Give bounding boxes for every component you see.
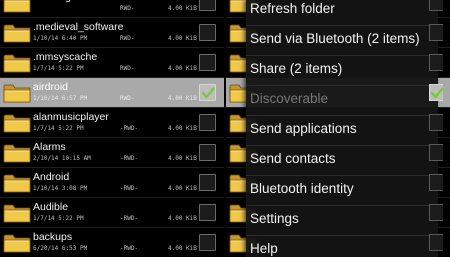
select-checkbox[interactable] — [199, 0, 216, 11]
select-checkbox[interactable] — [199, 234, 216, 251]
file-row[interactable]: .medieval_software 1/10/14 6:40 PM RWD- 4.0… — [0, 18, 224, 48]
file-row[interactable]: backups 6/20/14 6:53 PM -RWD- 4.00 KiB — [0, 228, 224, 257]
select-checkbox[interactable] — [429, 0, 443, 11]
file-name: airdroid — [33, 81, 69, 93]
select-checkbox[interactable] — [429, 174, 443, 191]
select-checkbox[interactable] — [429, 114, 443, 131]
file-name: .medieval_software — [33, 21, 124, 33]
left-file-pane: .estrongs RWD- 4.00 KiB .medieval_software 1… — [0, 0, 224, 257]
file-permissions: -RWD- — [120, 155, 139, 162]
file-name: Alarms — [33, 141, 66, 153]
folder-icon — [3, 232, 31, 254]
select-checkbox[interactable] — [199, 114, 216, 131]
file-permissions: RWD- — [120, 95, 135, 102]
file-size: 4.00 KiB — [168, 65, 197, 72]
folder-icon — [3, 22, 31, 44]
file-row[interactable]: .mmsyscache 1/7/14 5:22 PM RWD- 4.00 KiB — [0, 48, 224, 78]
menu-item-bluetooth-identity[interactable]: Bluetooth identity — [246, 176, 438, 206]
file-name: alanmusicplayer — [33, 111, 109, 123]
file-name: Audible — [33, 201, 69, 213]
menu-item-send-contacts[interactable]: Send contacts — [246, 146, 438, 176]
file-date: 1/7/14 5:22 PM — [33, 215, 84, 222]
folder-icon — [3, 0, 31, 14]
file-size: 4.00 KiB — [168, 95, 197, 102]
file-size: 4.00 KiB — [168, 185, 197, 192]
select-checkbox[interactable] — [429, 54, 443, 71]
file-permissions: -RWD- — [120, 185, 139, 192]
folder-icon — [3, 202, 31, 224]
select-checkbox[interactable] — [199, 54, 216, 71]
file-size: 4.00 KiB — [168, 215, 197, 222]
menu-item-send-via-bluetooth-2-items[interactable]: Send via Bluetooth (2 items) — [246, 26, 438, 56]
menu-item-help[interactable]: Help — [246, 236, 438, 257]
file-date: 1/7/14 5:22 PM — [33, 125, 84, 132]
select-checkbox[interactable] — [199, 204, 216, 221]
file-row[interactable]: .estrongs RWD- 4.00 KiB — [0, 0, 224, 18]
menu-item-send-applications[interactable]: Send applications — [246, 116, 438, 146]
checkmark-icon — [430, 86, 444, 105]
select-checkbox[interactable] — [199, 84, 216, 101]
menu-item-share-2-items[interactable]: Share (2 items) — [246, 56, 438, 86]
file-size: 4.00 KiB — [168, 245, 197, 252]
file-permissions: -RWD- — [120, 215, 139, 222]
menu-item-settings[interactable]: Settings — [246, 206, 438, 236]
select-checkbox[interactable] — [429, 24, 443, 41]
file-permissions: -RWD- — [120, 125, 139, 132]
file-row[interactable]: Alarms 2/10/14 10:15 AM -RWD- 4.00 KiB — [0, 138, 224, 168]
file-permissions: RWD- — [120, 35, 135, 42]
file-permissions: RWD- — [120, 65, 135, 72]
file-size: 4.00 KiB — [168, 125, 197, 132]
select-checkbox[interactable] — [429, 84, 444, 101]
file-size: 4.00 KiB — [168, 5, 197, 12]
file-date: 2/10/14 10:15 AM — [33, 155, 91, 162]
file-date: 1/7/14 5:22 PM — [33, 65, 84, 72]
left-file-list: .estrongs RWD- 4.00 KiB .medieval_software 1… — [0, 0, 224, 257]
file-name: backups — [33, 231, 73, 243]
select-checkbox[interactable] — [429, 204, 443, 221]
file-row[interactable]: Android 1/10/14 3:08 PM -RWD- 4.00 KiB — [0, 168, 224, 198]
folder-icon — [3, 112, 31, 134]
select-checkbox[interactable] — [429, 234, 443, 251]
file-permissions: -RWD- — [120, 245, 139, 252]
file-row[interactable]: airdroid 1/10/14 6:57 PM RWD- 4.00 KiB — [0, 78, 224, 108]
file-name: .estrongs — [33, 0, 76, 3]
file-row[interactable]: alanmusicplayer 1/7/14 5:22 PM -RWD- 4.00 K… — [0, 108, 224, 138]
file-date: 1/10/14 3:08 PM — [33, 185, 88, 192]
file-name: Android — [33, 171, 70, 183]
options-menu: Refresh folder Send via Bluetooth (2 item… — [246, 0, 438, 257]
select-checkbox[interactable] — [199, 174, 216, 191]
file-row[interactable]: Audible 1/7/14 5:22 PM -RWD- 4.00 KiB — [0, 198, 224, 228]
folder-icon — [3, 142, 31, 164]
folder-icon — [3, 52, 31, 74]
file-name: .mmsyscache — [33, 51, 98, 63]
select-checkbox[interactable] — [199, 144, 216, 161]
file-date: 6/20/14 6:53 PM — [33, 245, 88, 252]
file-date: 1/10/14 6:40 PM — [33, 35, 88, 42]
menu-item-refresh-folder[interactable]: Refresh folder — [246, 0, 438, 26]
file-size: 4.00 KiB — [168, 35, 197, 42]
folder-icon — [3, 172, 31, 194]
file-size: 4.00 KiB — [168, 155, 197, 162]
select-checkbox[interactable] — [199, 24, 216, 41]
folder-icon — [3, 82, 31, 104]
menu-item-discoverable: Discoverable — [246, 86, 438, 116]
file-date: 1/10/14 6:57 PM — [33, 95, 88, 102]
file-permissions: RWD- — [120, 5, 135, 12]
select-checkbox[interactable] — [429, 144, 443, 161]
